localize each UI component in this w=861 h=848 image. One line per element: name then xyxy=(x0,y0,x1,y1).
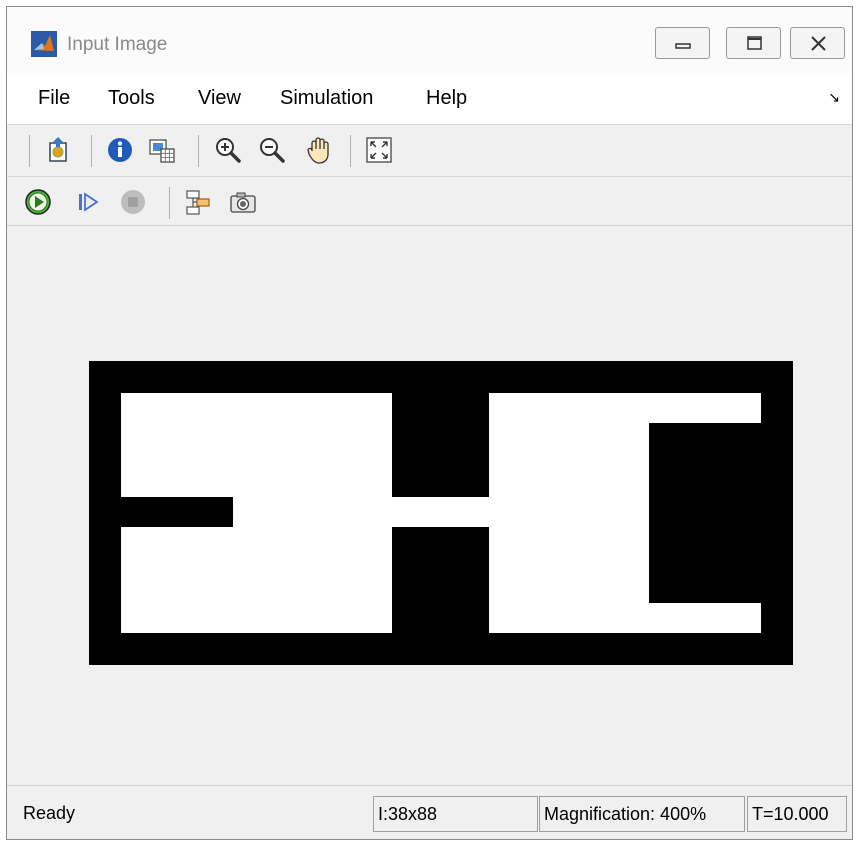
toolbar-separator xyxy=(169,187,170,219)
white-region xyxy=(489,603,761,633)
image-display-area[interactable] xyxy=(7,226,852,782)
step-forward-icon[interactable] xyxy=(73,187,103,217)
white-region xyxy=(489,393,761,423)
menu-file[interactable]: File xyxy=(38,87,70,110)
menu-tools[interactable]: Tools xyxy=(108,87,155,110)
zoom-out-icon[interactable] xyxy=(257,135,287,165)
toolbar-tools xyxy=(7,124,852,176)
minimize-button[interactable] xyxy=(655,27,710,59)
window-title: Input Image xyxy=(67,34,168,55)
menu-help[interactable]: Help xyxy=(426,87,467,110)
menu-view[interactable]: View xyxy=(198,87,241,110)
maximize-icon xyxy=(747,36,762,50)
pixel-region-icon[interactable] xyxy=(147,135,177,165)
pan-icon[interactable] xyxy=(304,135,334,165)
toolbar-simulation xyxy=(7,176,852,226)
maximize-button[interactable] xyxy=(726,27,781,59)
white-region xyxy=(121,527,392,633)
toolbar-separator xyxy=(198,135,199,167)
zoom-in-icon[interactable] xyxy=(213,135,243,165)
status-bar: Ready I:38x88 Magnification: 400% T=10.0… xyxy=(7,785,852,836)
white-region xyxy=(489,423,649,603)
status-time: T=10.000 xyxy=(747,796,847,832)
close-button[interactable] xyxy=(790,27,845,59)
print-to-figure-icon[interactable] xyxy=(43,135,73,165)
binary-image xyxy=(89,361,793,665)
minimize-icon xyxy=(675,43,691,49)
fit-to-view-icon[interactable] xyxy=(364,135,394,165)
menu-simulation[interactable]: Simulation xyxy=(280,87,373,110)
white-region xyxy=(121,393,392,497)
snapshot-icon[interactable] xyxy=(228,187,258,217)
toolbar-separator xyxy=(29,135,30,167)
menu-bar: File Tools View Simulation Help ↘ xyxy=(7,73,852,125)
image-viewer-window: Input Image File Tools View Simulation H… xyxy=(6,6,853,840)
run-icon[interactable] xyxy=(23,187,53,217)
status-state: Ready xyxy=(23,803,76,823)
toolbar-separator xyxy=(91,135,92,167)
white-region xyxy=(392,497,489,527)
dock-arrow-icon[interactable]: ↘ xyxy=(828,89,840,106)
status-magnification: Magnification: 400% xyxy=(539,796,745,832)
title-bar[interactable]: Input Image xyxy=(7,7,852,73)
status-dimensions: I:38x88 xyxy=(373,796,538,832)
white-region xyxy=(233,497,392,527)
info-icon[interactable] xyxy=(105,135,135,165)
matlab-icon xyxy=(31,31,57,57)
highlight-model-icon[interactable] xyxy=(183,187,213,217)
stop-icon[interactable] xyxy=(118,187,148,217)
close-icon xyxy=(811,36,826,51)
toolbar-separator xyxy=(350,135,351,167)
